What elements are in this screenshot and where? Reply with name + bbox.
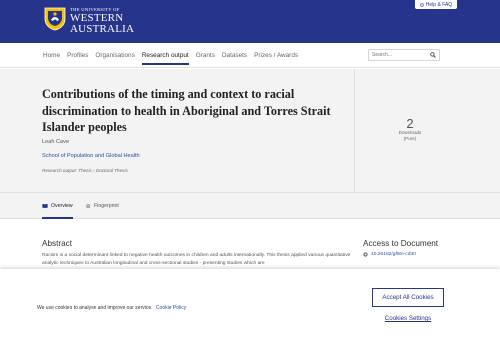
doi-text: 10.26182/gf9m-cd30 [371, 252, 416, 257]
author-link[interactable]: Leah Cave [42, 139, 69, 145]
logo-line-2: AUSTRALIA [70, 22, 135, 35]
nav-organisations[interactable]: Organisations [95, 43, 134, 68]
tab-overview[interactable]: Overview [42, 193, 73, 219]
search-input[interactable] [369, 50, 429, 60]
nav-profiles[interactable]: Profiles [67, 43, 88, 68]
output-type: Research output: Thesis › Doctoral Thesi… [42, 168, 128, 173]
page-title: Contributions of the timing and context … [42, 87, 331, 134]
help-label: Help & FAQ [425, 1, 453, 8]
nav-prizes-awards[interactable]: Prizes / Awards [254, 43, 298, 68]
tab-overview-label: Overview [51, 203, 73, 209]
tab-bar: Overview Fingerprint [0, 192, 500, 219]
site-header: THE UNIVERSITY OF WESTERN AUSTRALIA Help… [0, 0, 500, 43]
accept-cookies-button[interactable]: Accept All Cookies [372, 288, 444, 307]
downloads-metric: 2 Downloads (Pure) [380, 117, 440, 142]
cookie-banner: We use cookies to analyse and improve ou… [0, 269, 500, 348]
cookie-policy-link[interactable]: Cookie Policy [156, 305, 186, 311]
cookie-text: We use cookies to analyse and improve ou… [37, 305, 153, 311]
abstract-text: Racism is a social determinant linked to… [42, 253, 351, 266]
downloads-count: 2 [406, 116, 414, 131]
link-icon [363, 252, 368, 257]
nav-research-output[interactable]: Research output [141, 43, 189, 68]
tab-fingerprint[interactable]: Fingerprint [85, 193, 119, 219]
abstract-heading: Abstract [42, 239, 73, 248]
university-logo[interactable]: THE UNIVERSITY OF WESTERN AUSTRALIA [44, 7, 134, 35]
fingerprint-icon [86, 204, 91, 209]
search-icon[interactable] [430, 52, 436, 58]
cookie-message: We use cookies to analyse and improve ou… [37, 305, 186, 311]
nav-home[interactable]: Home [43, 43, 60, 68]
search-box [368, 49, 440, 61]
cookie-settings-link[interactable]: Cookies Settings [372, 315, 444, 322]
hero-divider [354, 69, 355, 192]
organisation-link[interactable]: School of Population and Global Health [42, 153, 140, 159]
crest-icon [44, 7, 66, 31]
logo-line-1: WESTERN [70, 11, 124, 24]
nav-grants[interactable]: Grants [196, 43, 215, 68]
book-icon [42, 203, 48, 209]
help-icon [419, 2, 424, 7]
help-faq-button[interactable]: Help & FAQ [415, 0, 457, 9]
downloads-sublabel: (Pure) [403, 136, 417, 141]
nav-datasets[interactable]: Datasets [222, 43, 247, 68]
doi-link[interactable]: 10.26182/gf9m-cd30 [363, 252, 416, 257]
tab-fingerprint-label: Fingerprint [94, 203, 119, 209]
access-heading: Access to Document [363, 239, 439, 248]
